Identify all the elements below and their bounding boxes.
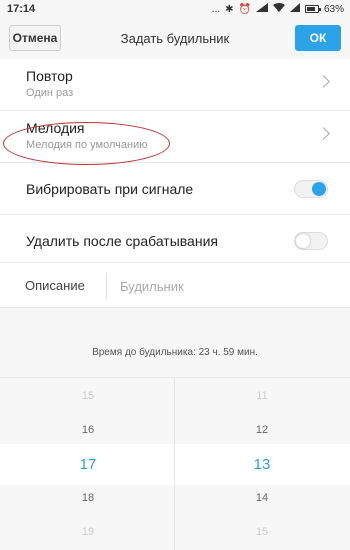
hour-selected: 17 xyxy=(79,456,97,473)
status-time: 17:14 xyxy=(7,3,36,15)
ok-button[interactable]: ОК xyxy=(295,25,341,51)
vibrate-row: Вибрировать при сигнале xyxy=(0,163,350,215)
selected-band xyxy=(0,444,350,485)
wifi-icon xyxy=(272,3,285,15)
repeat-title: Повтор xyxy=(26,68,73,84)
minute-item: 14 xyxy=(255,492,269,504)
signal-icon-2 xyxy=(289,3,300,15)
chevron-right-icon xyxy=(317,75,330,88)
description-bar: Описание xyxy=(0,262,350,308)
delete-after-toggle[interactable] xyxy=(294,232,328,250)
repeat-row[interactable]: Повтор Один раз xyxy=(0,59,350,111)
hour-item: 18 xyxy=(81,492,95,504)
picker-divider xyxy=(174,378,175,550)
minute-item: 12 xyxy=(255,424,269,436)
alarm-icon: ⏰ xyxy=(238,3,251,15)
ringtone-value: Мелодия по умолчанию xyxy=(26,139,148,151)
chevron-right-icon xyxy=(317,127,330,140)
toggle-knob xyxy=(296,234,310,248)
description-input[interactable] xyxy=(120,274,320,298)
time-picker: 15 16 17 18 19 11 12 13 14 15 xyxy=(0,377,350,550)
settings-list: Повтор Один раз Мелодия Мелодия по умолч… xyxy=(0,59,350,267)
status-icons: ... ✱ ⏰ 63% xyxy=(212,3,344,15)
hour-item: 15 xyxy=(81,390,95,402)
hour-item: 19 xyxy=(81,526,95,538)
battery-percent: 63% xyxy=(323,3,344,15)
notification-dots-icon: ... xyxy=(211,3,221,15)
minute-item: 11 xyxy=(256,390,268,402)
signal-icon xyxy=(255,3,268,15)
bluetooth-icon: ✱ xyxy=(225,3,234,15)
delete-after-title: Удалить после срабатывания xyxy=(26,233,218,249)
vibrate-title: Вибрировать при сигнале xyxy=(26,181,194,197)
minute-selected: 13 xyxy=(253,456,271,473)
toggle-knob xyxy=(312,182,326,196)
hour-item: 16 xyxy=(81,424,95,436)
vibrate-toggle[interactable] xyxy=(294,180,328,198)
ringtone-row[interactable]: Мелодия Мелодия по умолчанию xyxy=(0,111,350,165)
minute-item: 15 xyxy=(255,526,269,538)
delete-after-row: Удалить после срабатывания xyxy=(0,215,350,267)
status-bar: 17:14 ... ✱ ⏰ 63% xyxy=(0,0,350,19)
battery-icon xyxy=(304,5,321,13)
description-label: Описание xyxy=(25,278,85,293)
ringtone-title: Мелодия xyxy=(26,120,85,136)
header: Отмена Задать будильник ОК xyxy=(0,19,350,59)
divider xyxy=(106,273,107,299)
repeat-value: Один раз xyxy=(26,87,74,99)
countdown-text: Время до будильника: 23 ч. 59 мин. xyxy=(92,347,258,358)
